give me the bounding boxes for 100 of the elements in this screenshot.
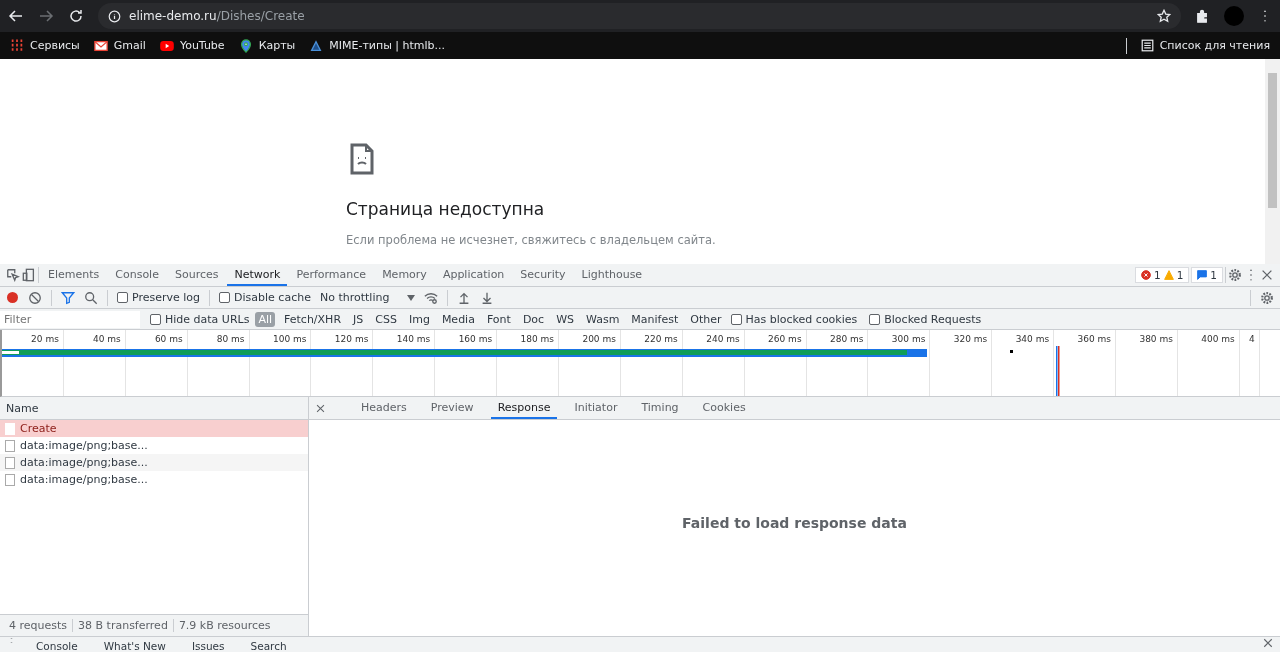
type-filter-button[interactable]: Img [405,311,433,327]
apps-grid-icon[interactable] [10,38,24,53]
type-filter-button[interactable]: Doc [519,311,548,327]
reading-list-button[interactable]: Список для чтения [1140,39,1270,52]
blocked-cookies-checkbox[interactable]: Has blocked cookies [730,312,858,326]
devtools-tab[interactable]: Lighthouse [574,264,650,286]
request-name: data:image/png;base... [20,456,148,469]
back-arrow-icon[interactable] [8,8,24,24]
type-filter-button[interactable]: Fetch/XHR [281,311,345,327]
request-name: data:image/png;base... [20,439,148,452]
timeline-tick-label: 400 ms [1177,330,1240,396]
type-filter-button[interactable]: Other [687,311,725,327]
error-icon [1140,270,1151,280]
address-bar[interactable]: elime-demo.ru/Dishes/Create [98,3,1181,29]
file-icon [5,439,15,452]
name-column-header[interactable]: Name [6,401,39,415]
file-icon [5,473,15,486]
scrollbar[interactable] [1265,59,1280,264]
timeline-tick-label: 4 [1239,330,1260,396]
settings-icon[interactable] [1228,268,1242,282]
bookmark-link[interactable]: Gmail [93,38,146,53]
throttling-dropdown[interactable]: No throttling [319,291,416,304]
type-filter-button[interactable]: CSS [372,311,400,327]
file-icon [5,456,15,469]
clear-icon[interactable] [28,290,42,305]
request-name: data:image/png;base... [20,473,148,486]
record-button[interactable] [6,291,19,304]
request-row[interactable]: data:image/png;base... [0,454,308,471]
timeline-tick-label: 380 ms [1116,330,1178,396]
drawer-tab[interactable]: Search [243,637,294,652]
type-filter-button[interactable]: WS [553,311,577,327]
devtools-tab[interactable]: Memory [375,264,434,286]
detail-tab[interactable]: Headers [354,397,414,419]
request-row[interactable]: Create [0,420,308,437]
response-error-message: Failed to load response data [681,514,908,533]
url-host: elime-demo.ru [129,9,217,23]
message-count: 1 [1210,269,1217,281]
detail-tab[interactable]: Timing [634,397,686,419]
play-icon[interactable] [159,38,174,53]
info-icon [108,9,121,23]
wifi-settings-icon[interactable] [424,290,439,305]
caret-icon [407,294,416,301]
error-count: 1 [1153,269,1161,281]
detail-tab[interactable]: Response [490,397,558,419]
preserve-log-checkbox[interactable]: Preserve log [117,291,201,304]
site-icon[interactable] [309,38,324,53]
search-icon[interactable] [84,290,98,305]
reload-icon[interactable] [68,8,84,24]
close-icon[interactable] [1262,637,1274,649]
request-name: Create [20,422,57,435]
error-title: Страница недоступна [346,199,546,219]
issues-counter[interactable]: 1 1 [1134,267,1190,283]
devtools-tab[interactable]: Console [108,264,166,286]
type-filter-button[interactable]: Font [483,311,514,327]
type-filter-button[interactable]: JS [350,311,367,327]
list-icon [1140,39,1154,52]
devtools-tab[interactable]: Sources [167,264,226,286]
drawer-tab[interactable]: Issues [184,637,232,652]
mail-icon[interactable] [93,38,108,53]
inspect-cursor-icon[interactable] [6,268,20,282]
bookmark-link[interactable]: MIME-типы | htmlb... [309,38,446,53]
detail-tab[interactable]: Preview [423,397,481,419]
star-icon[interactable] [1157,9,1171,23]
puzzle-icon[interactable] [1195,8,1210,24]
file-icon [5,422,15,435]
status-summary: 38 B transferred [72,619,173,632]
close-icon[interactable] [315,402,326,414]
url-path: /Dishes/Create [216,9,305,23]
devtools-tab[interactable]: Application [435,264,512,286]
devtools-tab[interactable]: Elements [41,264,107,286]
load-event-marker [1056,346,1060,396]
close-icon[interactable] [1260,268,1274,282]
warning-count: 1 [1176,269,1184,281]
filter-icon[interactable] [61,290,75,305]
bookmark-link[interactable]: YouTube [159,38,225,53]
disable-cache-checkbox[interactable]: Disable cache [219,291,311,304]
message-icon [1197,270,1208,280]
filter-input[interactable]: Filter [0,310,140,328]
detail-tab[interactable]: Cookies [695,397,753,419]
blocked-requests-checkbox[interactable]: Blocked Requests [869,312,982,326]
type-filter-button[interactable]: Manifest [628,311,682,327]
detail-tab[interactable]: Initiator [567,397,625,419]
hide-data-urls-checkbox[interactable]: Hide data URLs [150,312,250,326]
network-settings-icon[interactable] [1260,290,1274,305]
bookmark-link[interactable]: Карты [238,38,296,53]
map-pin-icon[interactable] [238,38,253,53]
timeline-tick-label: 320 ms [930,330,993,396]
type-filter-button[interactable]: Wasm [583,311,623,327]
devtools-tab[interactable]: Security [513,264,573,286]
devtools-tab[interactable]: Performance [289,264,374,286]
status-summary: 4 requests [8,619,69,632]
drawer-tab[interactable]: What's New [96,637,173,652]
bookmark-link[interactable]: Сервисы [10,38,80,53]
type-filter-button[interactable]: Media [438,311,478,327]
device-toolbar-icon[interactable] [22,268,36,282]
warning-icon [1163,270,1174,280]
drawer-tab[interactable]: Console [29,637,85,652]
messages-counter[interactable]: 1 [1191,267,1223,283]
status-summary: 7.9 kB resources [172,619,276,632]
forward-arrow-icon[interactable] [38,8,54,24]
